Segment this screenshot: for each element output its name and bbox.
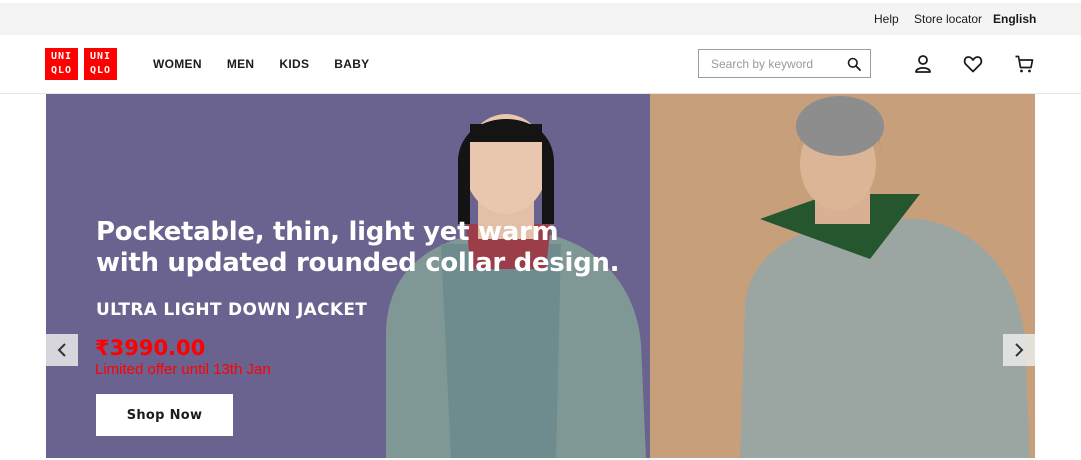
hero-panel-right: [650, 94, 1035, 458]
account-icon[interactable]: [913, 54, 933, 74]
carousel-next-button[interactable]: [1003, 334, 1035, 366]
nav-baby[interactable]: BABY: [334, 57, 369, 71]
uniqlo-logo[interactable]: UNI QLO UNI QLO: [45, 48, 119, 80]
model-figure-man: [740, 96, 1030, 458]
hero-carousel: Pocketable, thin, light yet warm with up…: [46, 94, 1035, 458]
language-selector[interactable]: English: [993, 12, 1036, 26]
main-nav: WOMEN MEN KIDS BABY: [153, 57, 394, 71]
chevron-left-icon: [57, 343, 66, 357]
store-locator-link[interactable]: Store locator: [914, 12, 982, 26]
logo-text-qlo: QLO: [50, 65, 73, 76]
nav-women[interactable]: WOMEN: [153, 57, 202, 71]
shop-now-button[interactable]: Shop Now: [96, 394, 233, 436]
site-header: UNI QLO UNI QLO WOMEN MEN KIDS BABY: [0, 35, 1081, 94]
logo-text-qlo-latin: QLO: [89, 65, 112, 76]
utility-bar: Help Store locator English: [0, 3, 1081, 35]
cart-icon[interactable]: [1014, 54, 1034, 74]
logo-box-left: UNI QLO: [45, 48, 78, 80]
search-box: [698, 49, 871, 78]
hero-headline: Pocketable, thin, light yet warm with up…: [96, 217, 619, 279]
search-input[interactable]: [699, 50, 839, 77]
search-icon[interactable]: [847, 57, 861, 71]
logo-text-uni-latin: UNI: [89, 51, 112, 62]
nav-men[interactable]: MEN: [227, 57, 255, 71]
logo-box-right: UNI QLO: [84, 48, 117, 80]
product-price: ₹3990.00: [95, 336, 206, 360]
hero-headline-line1: Pocketable, thin, light yet warm: [96, 217, 559, 247]
carousel-prev-button[interactable]: [46, 334, 78, 366]
offer-text: Limited offer until 13th Jan: [95, 361, 271, 378]
wishlist-icon[interactable]: [963, 54, 983, 74]
logo-text-uni: UNI: [50, 51, 73, 62]
chevron-right-icon: [1015, 343, 1024, 357]
help-link[interactable]: Help: [874, 12, 899, 26]
nav-kids[interactable]: KIDS: [279, 57, 309, 71]
hero-headline-line2: with updated rounded collar design.: [96, 248, 620, 278]
product-name: ULTRA LIGHT DOWN JACKET: [96, 300, 368, 320]
